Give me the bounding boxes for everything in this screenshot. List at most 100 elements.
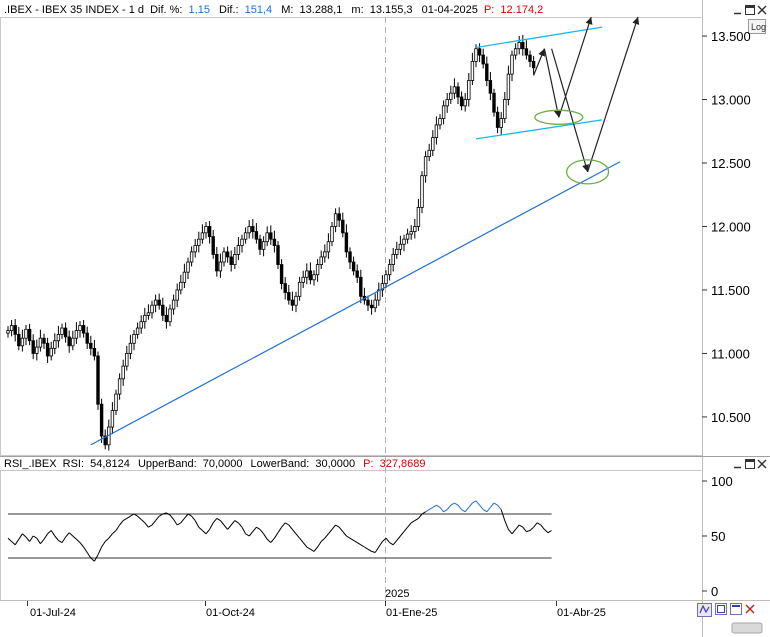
candle-down <box>287 292 291 301</box>
candle-up <box>398 243 403 250</box>
candle-down <box>485 63 489 81</box>
candle-down <box>164 314 169 323</box>
candle-up <box>513 48 518 56</box>
candle-up <box>467 80 471 100</box>
candle-down <box>279 264 284 285</box>
candle-down <box>27 328 32 342</box>
candle-down <box>269 232 273 240</box>
horizontal-scrollbar[interactable] <box>731 622 763 634</box>
rsi-p-label: P: <box>363 458 373 470</box>
candle-up <box>117 378 122 395</box>
candle-down <box>215 254 219 272</box>
candle-down <box>524 48 529 56</box>
max-value: 13.288,1 <box>300 4 343 16</box>
log-scale-toggle[interactable]: Log <box>748 19 767 34</box>
candle-down <box>276 245 280 265</box>
candle-up <box>333 213 338 227</box>
candle-down <box>251 226 255 232</box>
candle-up <box>409 231 413 235</box>
price-panel-maximize-button[interactable] <box>745 5 755 15</box>
dif-pct-label: Dif. %: <box>150 4 182 16</box>
candle-up <box>423 156 428 177</box>
candle-up <box>463 99 467 107</box>
price-panel-minimize-button[interactable] <box>732 5 743 16</box>
panel-restore-button[interactable] <box>715 603 727 615</box>
rsi-value: 54,8124 <box>90 458 130 470</box>
p-label: P: <box>484 4 494 16</box>
rsi-p-value: 327,8689 <box>380 458 426 470</box>
price-panel-frame <box>0 17 703 456</box>
candle-up <box>240 238 244 246</box>
candle-down <box>229 256 233 265</box>
candle-down <box>337 213 341 221</box>
candle-down <box>225 251 230 258</box>
rsi-panel-maximize-button[interactable] <box>745 459 755 469</box>
candle-down <box>456 86 460 98</box>
lower-band-label: LowerBand: <box>251 458 310 470</box>
candle-down <box>369 304 374 309</box>
year-label: 2025 <box>385 588 409 600</box>
candle-down <box>366 299 370 306</box>
price-ytick-label: 12.000 <box>711 219 751 234</box>
scale-toggle-button[interactable] <box>697 603 712 617</box>
candle-up <box>474 48 478 62</box>
rsi-ytick-label: 50 <box>711 529 725 544</box>
candle-up <box>438 118 442 126</box>
candle-down <box>495 111 500 128</box>
lower-band-value: 30,0000 <box>315 458 355 470</box>
xlabel-oct: 01-Oct-24 <box>206 607 255 619</box>
candle-down <box>355 270 359 278</box>
candle-down <box>521 41 525 50</box>
candle-up <box>218 261 223 272</box>
rsi-header: RSI_.IBEX RSI: 54,8124 UpperBand: 70,000… <box>4 458 426 470</box>
candle-up <box>265 232 269 243</box>
candle-up <box>179 281 183 291</box>
candle-up <box>60 327 64 335</box>
candle-down <box>351 261 356 272</box>
rsi-panel-minimize-button[interactable] <box>732 459 743 470</box>
candle-up <box>200 232 205 240</box>
candle-down <box>348 251 352 263</box>
candle-down <box>528 54 532 62</box>
xlabel-jul: 01-Jul-24 <box>30 607 76 619</box>
price-ytick-label: 10.500 <box>711 410 751 425</box>
price-header: .IBEX - IBEX 35 INDEX - 1 d Dif. %: 1,15… <box>4 4 543 16</box>
symbol-label: .IBEX - IBEX 35 INDEX - 1 d <box>4 4 144 16</box>
candle-down <box>17 333 21 347</box>
dif-label: Dif.: <box>219 4 239 16</box>
candle-up <box>49 347 53 357</box>
candle-down <box>207 226 212 238</box>
candle-up <box>449 92 453 100</box>
candle-up <box>128 342 133 354</box>
candle-down <box>99 403 104 437</box>
candle-up <box>470 61 475 81</box>
price-ytick-label: 12.500 <box>711 156 751 171</box>
price-ytick-label: 13.500 <box>711 29 751 44</box>
price-ytick-label: 11.000 <box>711 346 750 361</box>
p-value: 12.174,2 <box>500 4 543 16</box>
min-value: 13.155,3 <box>370 4 413 16</box>
candle-up <box>510 54 514 75</box>
candle-up <box>56 333 61 342</box>
candle-up <box>427 149 431 158</box>
candle-up <box>391 254 395 265</box>
candle-down <box>481 54 485 65</box>
candle-up <box>143 314 147 323</box>
xlabel-abr: 01-Abr-25 <box>557 607 606 619</box>
dif-pct-value: 1,15 <box>189 4 210 16</box>
candle-down <box>96 355 100 405</box>
candle-down <box>31 340 35 354</box>
candle-up <box>305 270 309 278</box>
panel-max-button[interactable] <box>730 603 742 615</box>
candle-down <box>488 80 493 94</box>
candle-up <box>233 254 237 265</box>
candle-up <box>189 251 194 263</box>
rsi-name: RSI_.IBEX <box>4 458 57 470</box>
candle-up <box>222 251 226 263</box>
candle-up <box>416 207 421 227</box>
candle-up <box>517 41 521 50</box>
candle-up <box>297 281 302 297</box>
upper-band-label: UpperBand: <box>138 458 197 470</box>
candle-down <box>308 270 313 281</box>
candle-down <box>344 232 349 253</box>
